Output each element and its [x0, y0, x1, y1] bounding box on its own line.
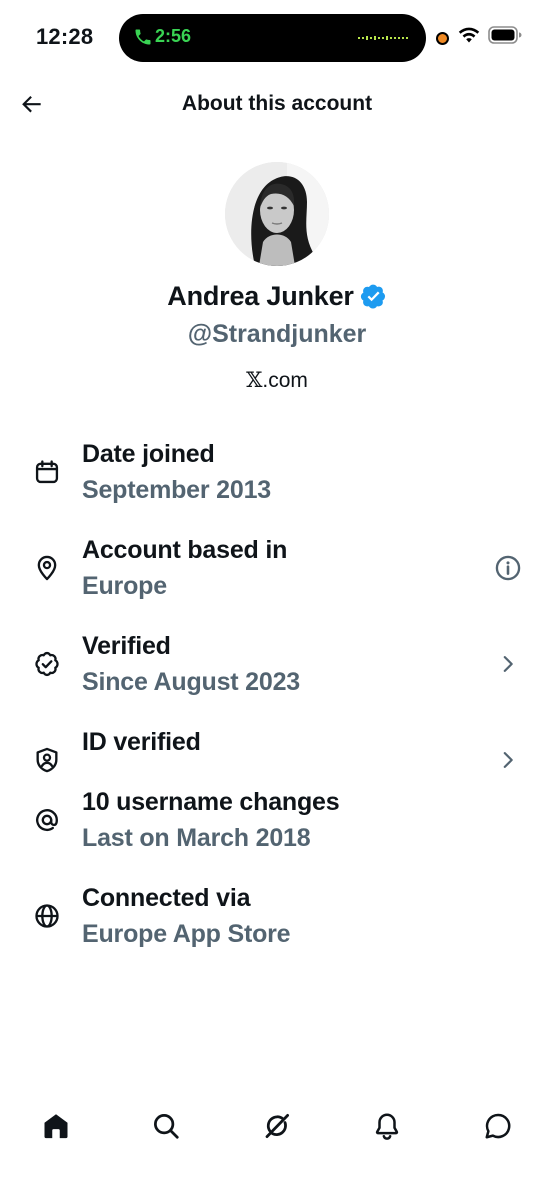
search-icon — [154, 1114, 179, 1139]
tab-messages[interactable] — [480, 1108, 516, 1144]
verified-badge-outline-icon — [35, 651, 59, 677]
row-subtitle: Europe — [82, 572, 167, 600]
info-row-verified[interactable]: Verified Since August 2023 — [0, 632, 554, 728]
at-sign-icon — [36, 809, 58, 831]
header: About this account — [0, 76, 554, 134]
id-verified-details-button[interactable] — [492, 744, 524, 776]
page-title: About this account — [181, 92, 373, 115]
info-row-account-based-in: Account based in Europe — [0, 536, 554, 632]
chevron-right-icon — [503, 752, 513, 768]
battery-icon — [488, 26, 522, 44]
bottom-tab-bar — [0, 1100, 554, 1150]
row-title: Account based in — [82, 536, 288, 564]
calendar-icon — [35, 460, 59, 484]
info-row-username-changes: 10 username changes Last on March 2018 — [0, 788, 554, 884]
notifications-bell-icon — [375, 1113, 399, 1140]
chevron-right-icon — [503, 656, 513, 672]
verified-details-button[interactable] — [492, 648, 524, 680]
row-title: Connected via — [82, 884, 251, 912]
info-row-connected-via: Connected via Europe App Store — [0, 884, 554, 980]
phone-icon — [135, 29, 151, 45]
row-subtitle: Since August 2023 — [82, 668, 300, 696]
messages-icon — [485, 1113, 511, 1139]
row-subtitle: Europe App Store — [82, 920, 291, 948]
info-button[interactable] — [492, 552, 524, 584]
username-handle: @Strandjunker — [187, 320, 367, 348]
x-logo: 𝕏 — [246, 368, 263, 392]
id-shield-icon — [36, 747, 58, 773]
audio-waveform-icon — [358, 36, 408, 40]
row-subtitle: Last on March 2018 — [82, 824, 311, 852]
location-pin-icon — [37, 555, 57, 581]
source-domain: .com — [262, 369, 308, 392]
profile-photo — [225, 162, 329, 266]
status-time: 12:28 — [36, 24, 94, 49]
status-bar: 12:28 2:56 — [0, 0, 554, 76]
profile-name-row: Andrea Junker — [0, 281, 554, 312]
tab-notifications[interactable] — [369, 1108, 405, 1144]
verified-badge-icon[interactable] — [360, 283, 387, 310]
avatar[interactable] — [225, 162, 329, 266]
display-name: Andrea Junker — [167, 281, 354, 311]
globe-icon — [35, 904, 59, 928]
row-title: Date joined — [82, 440, 215, 468]
dynamic-island[interactable]: 2:56 — [119, 14, 426, 62]
account-source: 𝕏.com — [0, 368, 554, 393]
row-title: 10 username changes — [82, 788, 340, 816]
row-title: Verified — [82, 632, 171, 660]
tab-search[interactable] — [148, 1108, 184, 1144]
grok-icon — [265, 1114, 289, 1138]
tab-grok[interactable] — [259, 1108, 295, 1144]
tab-home[interactable] — [38, 1108, 74, 1144]
info-icon — [495, 555, 521, 581]
row-subtitle: September 2013 — [82, 476, 271, 504]
home-icon — [44, 1114, 68, 1139]
privacy-indicator-dot — [436, 32, 449, 45]
row-title: ID verified — [82, 728, 201, 756]
wifi-icon — [458, 27, 480, 43]
info-row-date-joined: Date joined September 2013 — [0, 440, 554, 536]
call-duration: 2:56 — [155, 26, 192, 46]
